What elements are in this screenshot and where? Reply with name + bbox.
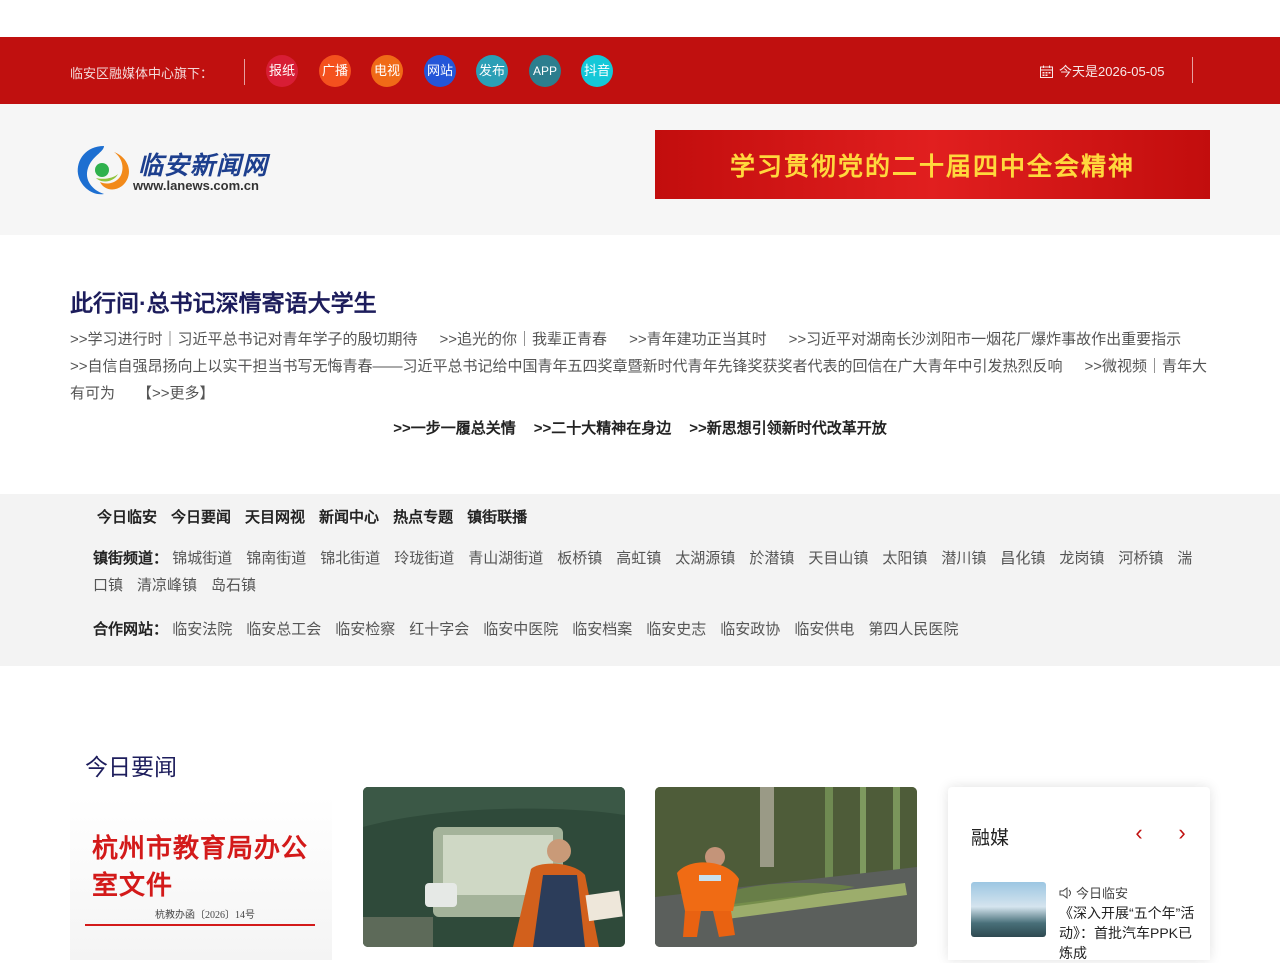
town-link[interactable]: 於潜镇 — [749, 550, 794, 567]
date-display: 今天是2026-05-05 — [1040, 61, 1165, 80]
site-logo[interactable]: 临安新闻网 www.lanews.com.cn — [74, 142, 274, 202]
town-link[interactable]: 太阳镇 — [882, 550, 927, 567]
media-link-publish[interactable]: 发布 — [476, 55, 508, 87]
date-text: 今天是2026-05-05 — [1059, 64, 1165, 79]
logo-mark-icon — [77, 146, 129, 195]
media-link-website[interactable]: 网站 — [424, 55, 456, 87]
town-link[interactable]: 青山湖街道 — [468, 550, 543, 567]
town-channels: 镇街频道： 锦城街道 锦南街道 锦北街道 玲珑街道 青山湖街道 板桥镇 高虹镇 太湖源镇 於潜镇… — [93, 545, 1205, 599]
rongmei-thumbnail[interactable] — [971, 882, 1046, 937]
partner-sites: 合作网站： 临安法院 临安总工会 临安检察 红十字会 临安中医院 临安档案 临安史志 临安政协… — [93, 616, 972, 643]
topic-link[interactable]: >>习近平对湖南长沙浏阳市一烟花厂爆炸事故作出重要指示 — [789, 331, 1182, 348]
media-bar-label: 临安区融媒体中心旗下： — [70, 66, 214, 81]
town-link[interactable]: 天目山镇 — [808, 550, 868, 567]
town-link[interactable]: 龙岗镇 — [1059, 550, 1104, 567]
topic-link[interactable]: >>学习进行时｜习近平总书记对青年学子的殷切期待 — [70, 331, 418, 348]
partner-link[interactable]: 红十字会 — [409, 621, 469, 638]
featured-topic: 此行间·总书记深情寄语大学生 >>学习进行时｜习近平总书记对青年学子的殷切期待 >… — [70, 284, 1210, 438]
logo-title: 临安新闻网 — [138, 152, 269, 180]
nav-item-town-broadcast[interactable]: 镇街联播 — [467, 509, 527, 526]
partner-link[interactable]: 临安供电 — [794, 621, 854, 638]
section-title: 今日要闻 — [85, 754, 177, 780]
topic-sub-link[interactable]: >>二十大精神在身边 — [534, 420, 672, 437]
news-card-photo-tree[interactable] — [655, 787, 917, 947]
media-link-radio[interactable]: 广播 — [319, 55, 351, 87]
partner-link[interactable]: 临安总工会 — [246, 621, 321, 638]
document-title: 杭州市教育局办公室文件 — [92, 834, 309, 900]
banner-text: 学习贯彻党的二十届四中全会精神 — [729, 152, 1135, 181]
topic-title[interactable]: 此行间·总书记深情寄语大学生 — [70, 284, 1210, 318]
town-link[interactable]: 高虹镇 — [616, 550, 661, 567]
topic-link[interactable]: >>青年建功正当其时 — [629, 331, 767, 348]
news-photo-image — [655, 787, 917, 947]
nav-item-headlines[interactable]: 今日要闻 — [171, 509, 231, 526]
town-link[interactable]: 太湖源镇 — [675, 550, 735, 567]
top-white-strip — [0, 0, 1280, 37]
town-link[interactable]: 锦北街道 — [320, 550, 380, 567]
news-card-photo-van[interactable] — [363, 787, 625, 947]
navigation-panel: 今日临安 今日要闻 天目网视 新闻中心 热点专题 镇街联播 镇街频道： 锦城街道 锦南街道锦… — [0, 494, 1280, 666]
partner-link[interactable]: 第四人民医院 — [868, 621, 958, 638]
site-header: 临安新闻网 www.lanews.com.cn 学习贯彻党的二十届四中全会精神 — [0, 104, 1280, 235]
speaker-icon — [1059, 887, 1071, 899]
nav-item-hot-topics[interactable]: 热点专题 — [393, 509, 453, 526]
town-link[interactable]: 清凉峰镇 — [137, 577, 197, 594]
rongmei-source: 今日临安 — [1059, 883, 1128, 902]
media-bar: 临安区融媒体中心旗下： 报纸 广播 电视 网站 发布 APP 抖音 今天是202… — [0, 37, 1280, 104]
divider — [1192, 57, 1193, 83]
topic-sub-links: >>一步一履总关情 >>二十大精神在身边 >>新思想引领新时代改革开放 — [70, 417, 1210, 438]
topic-link[interactable]: >>自信自强昂扬向上以实干担当书写无悔青春——习近平总书记给中国青年五四奖章暨新… — [70, 358, 1063, 375]
news-card-document[interactable]: 杭州市教育局办公室文件 杭教办函〔2026〕14号 — [70, 796, 332, 960]
rongmei-headline[interactable]: 《深入开展“五个年”活动》：首批汽车PPK已炼成 — [1059, 903, 1199, 963]
topic-links: >>学习进行时｜习近平总书记对青年学子的殷切期待 >>追光的你｜我辈正青春 >>青年… — [70, 326, 1210, 407]
town-link[interactable]: 板桥镇 — [557, 550, 602, 567]
calendar-icon — [1040, 65, 1053, 78]
document-red-line — [85, 924, 315, 926]
topic-sub-link[interactable]: >>新思想引领新时代改革开放 — [689, 420, 887, 437]
rongmei-source-text: 今日临安 — [1076, 886, 1129, 901]
nav-item-today-linan[interactable]: 今日临安 — [97, 509, 157, 526]
town-link[interactable]: 潜川镇 — [941, 550, 986, 567]
town-link[interactable]: 岛石镇 — [211, 577, 256, 594]
partner-link[interactable]: 临安中医院 — [483, 621, 558, 638]
partner-link[interactable]: 临安检察 — [335, 621, 395, 638]
topic-sub-link[interactable]: >>一步一履总关情 — [393, 420, 516, 437]
logo-url: www.lanews.com.cn — [133, 178, 259, 193]
media-link-app[interactable]: APP — [529, 55, 561, 87]
partner-link[interactable]: 临安档案 — [572, 621, 632, 638]
town-link[interactable]: 昌化镇 — [1000, 550, 1045, 567]
topic-more-link[interactable]: 【>>更多】 — [137, 385, 215, 402]
town-link[interactable]: 锦城街道 — [172, 550, 232, 567]
media-link-douyin[interactable]: 抖音 — [581, 55, 613, 87]
rongmei-panel: 融媒 ‹ › 今日临安 《深入开展“五个年”活动》：首批汽车PPK已炼成 — [948, 787, 1210, 963]
partner-sites-label: 合作网站： — [93, 621, 169, 638]
media-link-tv[interactable]: 电视 — [371, 55, 403, 87]
nav-item-news-center[interactable]: 新闻中心 — [319, 509, 379, 526]
document-number: 杭教办函〔2026〕14号 — [155, 910, 255, 921]
topic-link[interactable]: >>追光的你｜我辈正青春 — [440, 331, 608, 348]
partner-link[interactable]: 临安史志 — [646, 621, 706, 638]
media-link-newspaper[interactable]: 报纸 — [266, 55, 298, 87]
rongmei-title: 融媒 — [971, 828, 1010, 849]
news-photo-image — [363, 787, 625, 947]
partner-link[interactable]: 临安政协 — [720, 621, 780, 638]
chevron-left-icon[interactable]: ‹ — [1129, 822, 1149, 844]
town-link[interactable]: 河桥镇 — [1118, 550, 1163, 567]
promo-banner[interactable]: 学习贯彻党的二十届四中全会精神 — [655, 130, 1210, 199]
town-link[interactable]: 锦南街道 — [246, 550, 306, 567]
town-channels-label: 镇街频道： — [93, 550, 169, 567]
town-link[interactable]: 玲珑街道 — [394, 550, 454, 567]
main-nav: 今日临安 今日要闻 天目网视 新闻中心 热点专题 镇街联播 — [97, 506, 541, 527]
divider — [244, 59, 245, 85]
partner-link[interactable]: 临安法院 — [172, 621, 232, 638]
chevron-right-icon[interactable]: › — [1172, 822, 1192, 844]
nav-item-tianmu-tv[interactable]: 天目网视 — [245, 509, 305, 526]
